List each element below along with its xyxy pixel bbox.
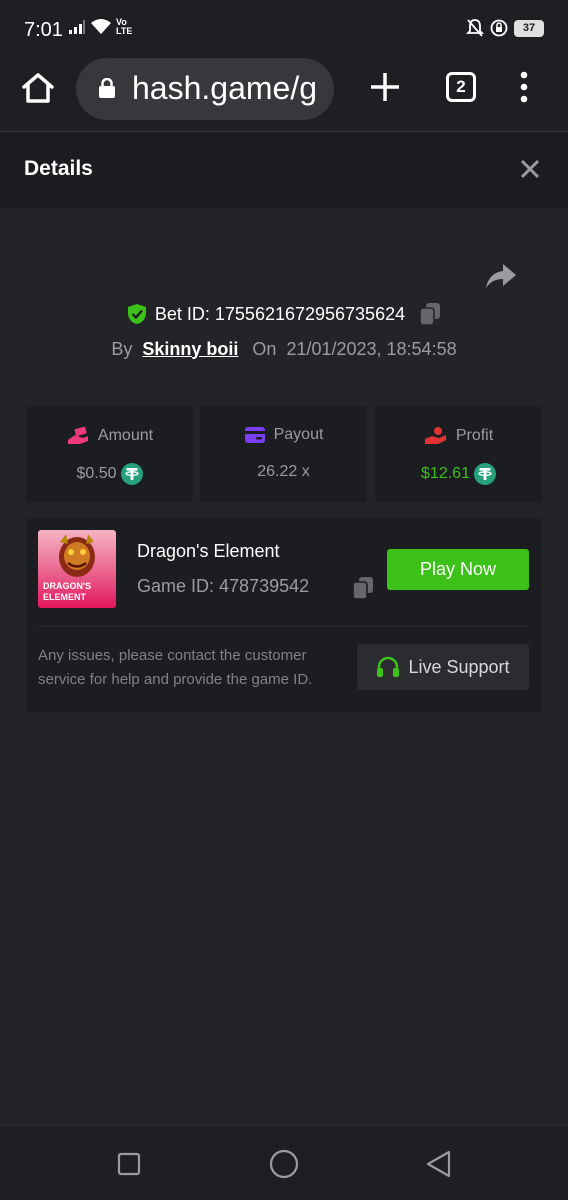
- tab-switcher-button[interactable]: 2: [446, 72, 476, 102]
- thumb-title-line2: ELEMENT: [43, 592, 87, 602]
- bet-id: Bet ID: 1755621672956735624: [154, 303, 406, 324]
- amount-value-row: $0.50: [26, 463, 193, 485]
- live-support-button[interactable]: Live Support: [357, 644, 529, 690]
- verified-shield-icon: [127, 304, 146, 324]
- by-label: By: [111, 338, 133, 359]
- username-link[interactable]: Skinny boii: [142, 339, 238, 360]
- bell-off-icon: [466, 19, 484, 37]
- tether-icon: [120, 463, 143, 485]
- tether-icon: [473, 463, 496, 485]
- profit-value: $12.61: [421, 465, 470, 482]
- more-menu-icon[interactable]: [512, 70, 536, 104]
- amount-value: $0.50: [76, 465, 117, 482]
- live-support-label: Live Support: [408, 656, 510, 677]
- profit-header: Profit: [375, 426, 542, 446]
- issue-help-text: Any issues, please contact the customer …: [38, 647, 313, 688]
- profit-hand-icon: [424, 427, 446, 444]
- game-thumbnail[interactable]: DRAGON'S ELEMENT: [38, 530, 116, 608]
- author-row: By Skinny boii On 21/01/2023, 18:54:58: [0, 335, 568, 363]
- share-icon[interactable]: [485, 262, 517, 290]
- data-saver-icon: [490, 19, 508, 37]
- details-header: Details: [0, 132, 568, 208]
- address-bar[interactable]: hash.game/g: [76, 58, 334, 120]
- payout-value-row: 26.22 x: [200, 463, 367, 481]
- close-icon[interactable]: [516, 155, 544, 183]
- status-icons-left: Vo LTE: [68, 18, 132, 36]
- bet-id-row: Bet ID: 1755621672956735624: [0, 300, 568, 328]
- game-card: DRAGON'S ELEMENT Dragon's Element Game I…: [26, 518, 542, 712]
- back-triangle-icon[interactable]: [423, 1148, 455, 1180]
- payout-card: Payout 26.22 x: [200, 406, 367, 502]
- system-nav-bar: [0, 1125, 568, 1200]
- profit-card: Profit $12.61: [375, 406, 542, 502]
- url-text: hash.game/g: [132, 70, 318, 106]
- play-now-button[interactable]: Play Now: [387, 549, 529, 590]
- amount-label: Amount: [97, 427, 154, 444]
- on-label: On: [252, 338, 277, 359]
- payout-header: Payout: [200, 426, 367, 444]
- browser-toolbar: hash.game/g 2: [0, 58, 568, 132]
- headset-icon: [377, 656, 400, 677]
- copy-game-id-icon[interactable]: [352, 576, 374, 600]
- game-name: Dragon's Element: [137, 541, 280, 561]
- lock-icon: [99, 78, 115, 98]
- home-icon[interactable]: [20, 70, 56, 106]
- wallet-icon: [244, 427, 265, 443]
- status-icons-right: 37: [466, 18, 544, 38]
- new-tab-icon[interactable]: [368, 70, 402, 104]
- volte-label: Vo LTE: [116, 17, 133, 36]
- profit-value-row: $12.61: [375, 463, 542, 485]
- signal-icon: [69, 20, 85, 34]
- battery-indicator: 37: [514, 19, 544, 37]
- thumb-title-line1: DRAGON'S: [43, 581, 91, 591]
- status-bar: 7:01 Vo LTE 37: [0, 0, 568, 58]
- home-circle-icon[interactable]: [268, 1148, 300, 1180]
- profit-label: Profit: [455, 427, 494, 444]
- recents-square-icon[interactable]: [113, 1148, 145, 1180]
- copy-icon[interactable]: [419, 302, 441, 326]
- page-title: Details: [24, 157, 93, 180]
- divider: [38, 626, 529, 627]
- status-time: 7:01: [24, 19, 63, 41]
- money-hand-icon: [67, 426, 88, 444]
- bet-datetime: 21/01/2023, 18:54:58: [286, 338, 457, 359]
- payout-label: Payout: [273, 426, 324, 443]
- amount-card: Amount $0.50: [26, 406, 193, 502]
- game-id: Game ID: 478739542: [137, 576, 310, 596]
- payout-value: 26.22 x: [257, 463, 310, 480]
- amount-header: Amount: [26, 426, 193, 446]
- wifi-icon: [91, 19, 111, 34]
